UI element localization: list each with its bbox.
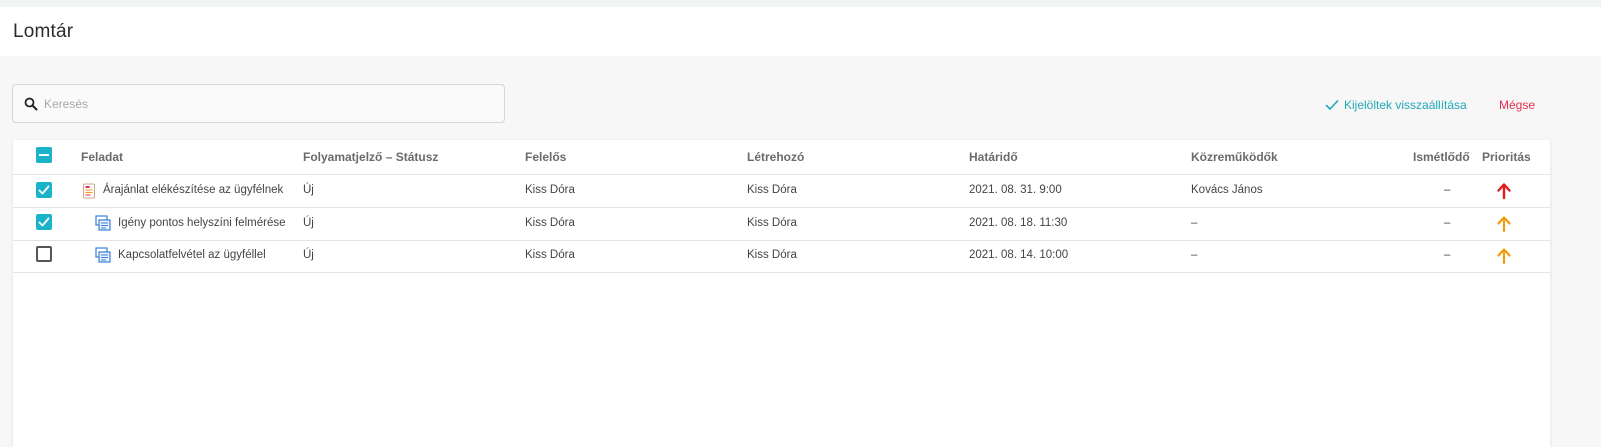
contributors-cell: – [1191,217,1198,229]
table-header: Feladat Folyamatjelző – Státusz Felelős … [13,140,1550,175]
cancel-button[interactable]: Mégse [1499,98,1535,112]
task-title[interactable]: Igény pontos helyszíni felmérése [118,217,285,229]
table-row[interactable]: Árajánlat elékészítése az ügyfélnek Új K… [13,175,1550,208]
header-deadline[interactable]: Határidő [969,150,1018,164]
row-checkbox[interactable] [36,182,52,198]
survey-task-icon [95,247,111,263]
creator-cell: Kiss Dóra [747,184,797,196]
restore-selected-label: Kijelöltek visszaállítása [1344,98,1467,112]
task-title[interactable]: Kapcsolatfelvétel az ügyféllel [118,249,266,261]
responsible-cell: Kiss Dóra [525,184,575,196]
page-header: Lomtár [0,7,1601,56]
contributors-cell: Kovács János [1191,184,1263,196]
deadline-cell: 2021. 08. 31. 9:00 [969,184,1062,196]
header-recurring[interactable]: Ismétlődő [1413,150,1470,164]
status-cell: Új [303,184,314,196]
responsible-cell: Kiss Dóra [525,249,575,261]
deadline-cell: 2021. 08. 14. 10:00 [969,249,1069,261]
quote-document-icon [83,183,95,199]
search-icon [24,97,38,111]
contributors-cell: – [1191,249,1198,261]
creator-cell: Kiss Dóra [747,217,797,229]
deadline-cell: 2021. 08. 18. 11:30 [969,217,1068,229]
table-row[interactable]: Igény pontos helyszíni felmérése Új Kiss… [13,208,1550,241]
page-title: Lomtár [13,21,74,42]
responsible-cell: Kiss Dóra [525,217,575,229]
status-cell: Új [303,217,314,229]
search-input[interactable] [44,94,484,114]
header-creator[interactable]: Létrehozó [747,150,804,164]
recurring-cell: – [1444,217,1451,229]
checkmark-icon [38,217,50,227]
creator-cell: Kiss Dóra [747,249,797,261]
table-row[interactable]: Kapcsolatfelvétel az ügyféllel Új Kiss D… [13,240,1550,273]
row-checkbox[interactable] [36,214,52,230]
priority-high-arrow-icon [1497,183,1511,200]
top-strip [0,0,1601,7]
search-box[interactable] [12,84,505,123]
select-all-checkbox[interactable] [36,147,52,163]
row-checkbox[interactable] [36,246,52,262]
header-priority[interactable]: Prioritás [1482,150,1531,164]
header-responsible[interactable]: Felelős [525,150,566,164]
priority-medium-arrow-icon [1497,248,1511,265]
status-cell: Új [303,249,314,261]
recurring-cell: – [1444,184,1451,196]
header-status[interactable]: Folyamatjelző – Státusz [303,150,438,164]
check-icon [1325,100,1339,110]
recurring-cell: – [1444,249,1451,261]
restore-selected-button[interactable]: Kijelöltek visszaállítása [1325,96,1467,114]
task-title[interactable]: Árajánlat elékészítése az ügyfélnek [103,184,283,196]
header-contributors[interactable]: Közreműködők [1191,150,1278,164]
survey-task-icon [95,215,111,231]
checkmark-icon [38,185,50,195]
header-task[interactable]: Feladat [81,150,123,164]
trash-table: Feladat Folyamatjelző – Státusz Felelős … [13,140,1550,447]
priority-medium-arrow-icon [1497,216,1511,233]
